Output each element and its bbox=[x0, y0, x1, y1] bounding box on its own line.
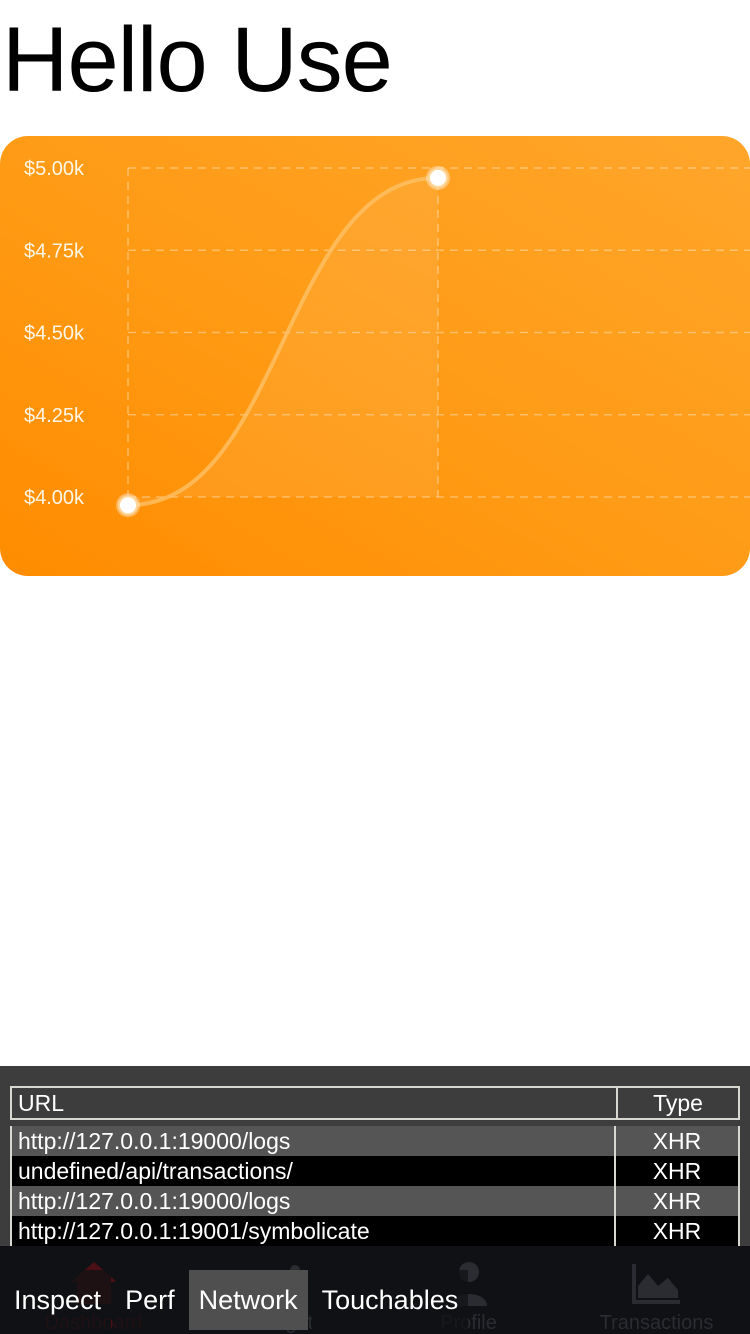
type-column-header: Type bbox=[653, 1090, 703, 1116]
balance-line-chart: $5.00k $4.75k $4.50k $4.25k $4.00k bbox=[24, 158, 750, 518]
inspector-tab-perf[interactable]: Perf bbox=[115, 1270, 185, 1330]
inspector-tab-inspect[interactable]: Inspect bbox=[4, 1270, 112, 1330]
network-inspector: URL Type http://127.0.0.1:19000/logs XHR… bbox=[0, 1066, 750, 1246]
network-request-row[interactable]: http://127.0.0.1:19000/logs XHR bbox=[12, 1186, 738, 1216]
y-tick-label: $5.00k bbox=[24, 158, 85, 180]
screen: Hello Use $5.00k $4.75k $4.50k $4.25k $4.00k… bbox=[0, 0, 750, 1334]
request-type: XHR bbox=[652, 1218, 702, 1244]
network-request-list[interactable]: http://127.0.0.1:19000/logs XHR undefine… bbox=[10, 1126, 740, 1246]
inspector-tab-bar: Inspect Perf Network Touchables bbox=[0, 1270, 469, 1330]
tab-transactions-label: Transactions bbox=[599, 1312, 714, 1334]
inspector-tab-network[interactable]: Network bbox=[188, 1270, 308, 1330]
network-request-row[interactable]: http://127.0.0.1:19001/symbolicate XHR bbox=[12, 1216, 738, 1246]
tab-transactions[interactable]: Transactions bbox=[563, 1246, 750, 1334]
inspector-tab-touchables[interactable]: Touchables bbox=[311, 1270, 469, 1330]
data-point bbox=[118, 495, 138, 516]
data-point bbox=[428, 167, 448, 188]
request-url: undefined/api/transactions/ bbox=[12, 1156, 616, 1186]
request-url: http://127.0.0.1:19000/logs bbox=[12, 1186, 616, 1216]
y-tick-label: $4.75k bbox=[24, 240, 85, 262]
request-type: XHR bbox=[652, 1128, 702, 1154]
request-url: http://127.0.0.1:19000/logs bbox=[12, 1126, 616, 1156]
y-tick-label: $4.00k bbox=[24, 487, 85, 509]
y-tick-label: $4.50k bbox=[24, 323, 85, 345]
area-chart-icon bbox=[631, 1264, 680, 1304]
request-url: http://127.0.0.1:19001/symbolicate bbox=[12, 1216, 616, 1246]
request-type: XHR bbox=[652, 1188, 702, 1214]
request-type: XHR bbox=[652, 1158, 702, 1184]
url-column-header: URL bbox=[12, 1088, 618, 1118]
greeting-title: Hello Use bbox=[2, 9, 393, 111]
y-tick-label: $4.25k bbox=[24, 405, 85, 427]
network-table-header: URL Type bbox=[10, 1086, 740, 1120]
balance-chart-card: $5.00k $4.75k $4.50k $4.25k $4.00k bbox=[0, 136, 750, 576]
network-request-row[interactable]: http://127.0.0.1:19000/logs XHR bbox=[12, 1126, 738, 1156]
network-request-row[interactable]: undefined/api/transactions/ XHR bbox=[12, 1156, 738, 1186]
